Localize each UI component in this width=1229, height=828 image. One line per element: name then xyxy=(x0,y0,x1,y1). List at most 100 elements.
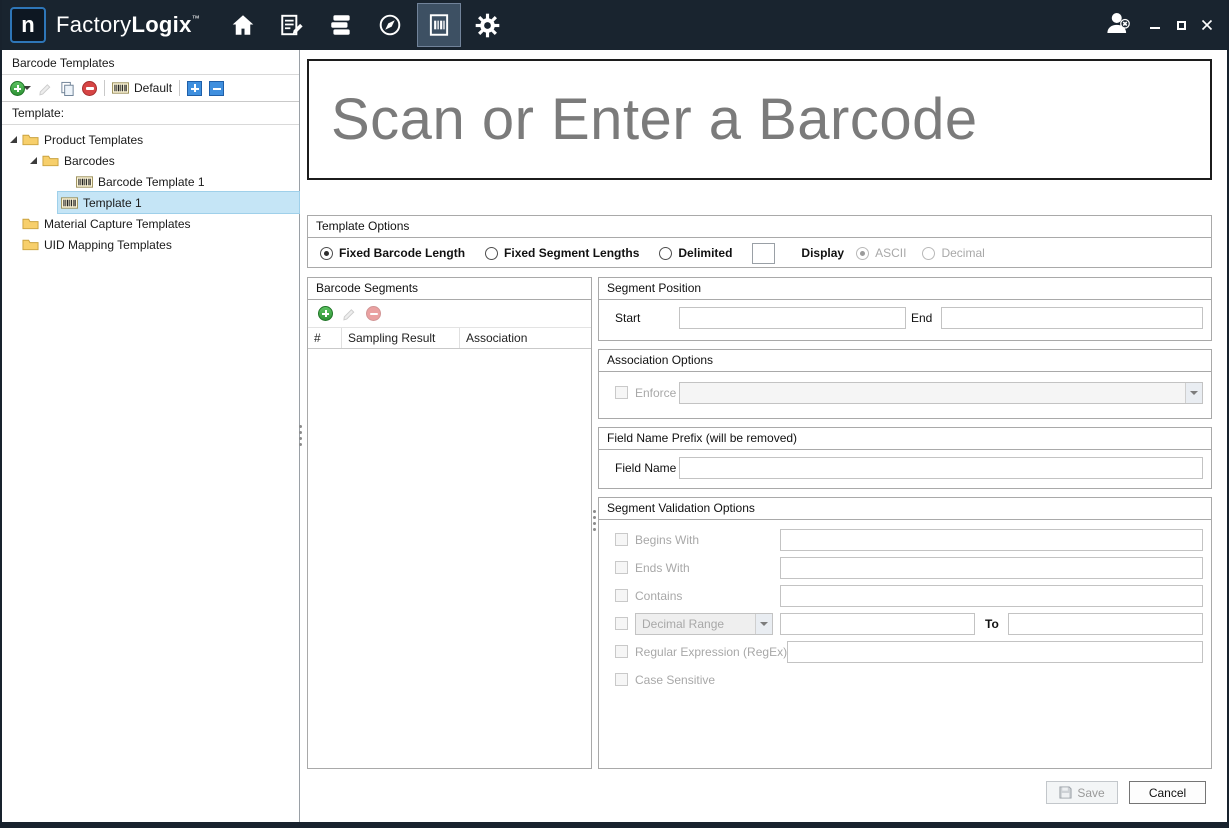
case-sensitive-checkbox[interactable] xyxy=(615,673,628,686)
delimiter-input[interactable] xyxy=(752,243,775,264)
tree-item-barcode-template-1[interactable]: Barcode Template 1 xyxy=(2,171,299,192)
barcode-icon xyxy=(76,176,93,188)
group-title: Template Options xyxy=(308,216,1211,238)
segments-table-header: # Sampling Result Association xyxy=(308,327,591,349)
decimal-range-combo-value: Decimal Range xyxy=(636,617,755,631)
fixed-segment-lengths-label: Fixed Segment Lengths xyxy=(504,246,639,260)
segments-toolbar xyxy=(308,300,591,327)
edit-template-button[interactable] xyxy=(38,81,53,96)
folder-icon xyxy=(22,133,39,146)
group-title: Field Name Prefix (will be removed) xyxy=(599,428,1211,450)
add-icon xyxy=(318,306,333,321)
ends-with-checkbox[interactable] xyxy=(615,561,628,574)
fixed-segment-lengths-radio[interactable] xyxy=(485,247,498,260)
group-title: Barcode Segments xyxy=(308,278,591,300)
settings-gear-icon[interactable] xyxy=(467,4,509,46)
template-tree: Product Templates Barcodes Barcode Templ… xyxy=(2,125,299,255)
tree-item-label: Product Templates xyxy=(44,133,143,147)
field-name-input[interactable] xyxy=(679,457,1203,479)
column-header-sampling-result[interactable]: Sampling Result xyxy=(342,328,460,348)
column-header-number[interactable]: # xyxy=(308,328,342,348)
decimal-range-combobox[interactable]: Decimal Range xyxy=(635,613,773,635)
template-options-group: Template Options Fixed Barcode Length Fi… xyxy=(307,215,1212,268)
group-title: Segment Validation Options xyxy=(599,498,1211,520)
edit-segment-button[interactable] xyxy=(342,306,357,321)
enforce-label: Enforce xyxy=(635,386,676,400)
logout-user-icon[interactable] xyxy=(1103,8,1133,43)
ascii-radio[interactable] xyxy=(856,247,869,260)
fixed-barcode-length-radio[interactable] xyxy=(320,247,333,260)
expander-open-icon[interactable] xyxy=(30,157,37,164)
work-instructions-icon[interactable] xyxy=(271,4,313,46)
display-label: Display xyxy=(801,246,844,260)
save-button[interactable]: Save xyxy=(1046,781,1118,804)
association-options-group: Association Options Enforce xyxy=(598,349,1212,419)
sidebar-toolbar: Default xyxy=(2,74,299,102)
production-icon[interactable] xyxy=(369,4,411,46)
field-name-label: Field Name xyxy=(615,461,676,475)
expander-open-icon[interactable] xyxy=(10,136,17,143)
minimize-button[interactable] xyxy=(1147,17,1163,33)
begins-with-input[interactable] xyxy=(780,529,1203,551)
home-icon[interactable] xyxy=(222,4,264,46)
panel-splitter[interactable] xyxy=(593,510,596,531)
begins-with-checkbox[interactable] xyxy=(615,533,628,546)
tree-item-template-1[interactable]: Template 1 xyxy=(2,192,299,213)
regex-label: Regular Expression (RegEx): xyxy=(635,645,790,659)
collapse-all-button[interactable] xyxy=(209,81,224,96)
tree-item-product-templates[interactable]: Product Templates xyxy=(2,129,299,150)
scan-prompt: Scan or Enter a Barcode xyxy=(331,86,978,153)
content-area: Barcode Templates Default T xyxy=(2,50,1227,822)
save-floppy-icon xyxy=(1059,786,1072,799)
case-sensitive-label: Case Sensitive xyxy=(635,673,715,687)
delete-segment-button[interactable] xyxy=(366,306,381,321)
regex-input[interactable] xyxy=(787,641,1203,663)
end-input[interactable] xyxy=(941,307,1203,329)
tree-item-barcodes[interactable]: Barcodes xyxy=(2,150,299,171)
trademark-symbol: ™ xyxy=(192,14,200,23)
expand-all-button[interactable] xyxy=(187,81,202,96)
barcode-icon xyxy=(112,82,129,94)
folder-icon xyxy=(22,238,39,251)
default-label: Default xyxy=(134,81,172,95)
tree-item-uid-mapping-templates[interactable]: UID Mapping Templates xyxy=(2,234,299,255)
copy-icon xyxy=(60,81,75,96)
close-button[interactable] xyxy=(1199,17,1215,33)
group-title: Association Options xyxy=(599,350,1211,372)
range-from-input[interactable] xyxy=(780,613,975,635)
brand-logix: Logix xyxy=(131,12,191,37)
range-to-input[interactable] xyxy=(1008,613,1203,635)
column-header-association[interactable]: Association xyxy=(460,328,591,348)
tree-item-material-capture-templates[interactable]: Material Capture Templates xyxy=(2,213,299,234)
copy-template-button[interactable] xyxy=(60,81,75,96)
contains-input[interactable] xyxy=(780,585,1203,607)
maximize-button[interactable] xyxy=(1173,17,1189,33)
cancel-button-label: Cancel xyxy=(1149,786,1186,800)
default-template-toggle[interactable]: Default xyxy=(112,81,172,95)
group-title: Segment Position xyxy=(599,278,1211,300)
enforce-checkbox[interactable] xyxy=(615,386,628,399)
start-input[interactable] xyxy=(679,307,906,329)
materials-icon[interactable] xyxy=(320,4,362,46)
sidebar-title: Barcode Templates xyxy=(2,50,299,74)
tree-item-label: Barcodes xyxy=(64,154,115,168)
delete-template-button[interactable] xyxy=(82,81,97,96)
to-label: To xyxy=(985,617,999,631)
cancel-button[interactable]: Cancel xyxy=(1129,781,1206,804)
add-template-button[interactable] xyxy=(10,81,31,96)
decimal-range-checkbox[interactable] xyxy=(615,617,628,630)
brand-factory: Factory xyxy=(56,12,131,37)
add-segment-button[interactable] xyxy=(318,306,333,321)
contains-checkbox[interactable] xyxy=(615,589,628,602)
decimal-radio[interactable] xyxy=(922,247,935,260)
sidebar-splitter[interactable] xyxy=(299,425,302,446)
app-window: n FactoryLogix™ xyxy=(0,0,1229,828)
association-combobox[interactable] xyxy=(679,382,1203,404)
chevron-down-icon xyxy=(1185,383,1202,403)
delimited-radio[interactable] xyxy=(659,247,672,260)
templates-icon[interactable] xyxy=(418,4,460,46)
ends-with-input[interactable] xyxy=(780,557,1203,579)
scan-banner: Scan or Enter a Barcode xyxy=(307,59,1212,180)
expand-all-icon xyxy=(187,81,202,96)
regex-checkbox[interactable] xyxy=(615,645,628,658)
